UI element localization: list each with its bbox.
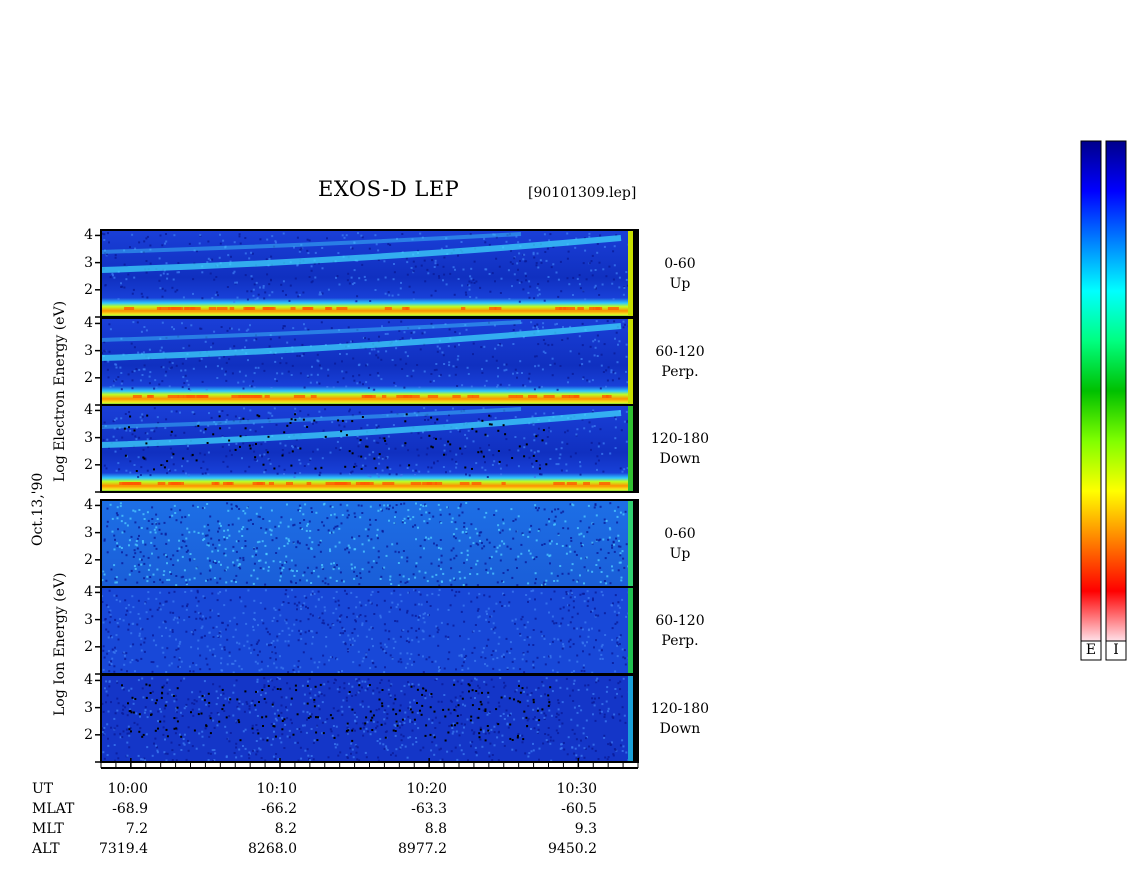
ut-1030: 10:30 xyxy=(556,781,597,797)
y-tick-label: 4 xyxy=(84,584,93,601)
panels-layer xyxy=(100,229,639,763)
pitch-label-4: 0-60 Up xyxy=(640,524,720,564)
y-tick-label: 3 xyxy=(84,699,93,716)
y-tick-label: 2 xyxy=(84,456,93,473)
pitch-label-5: 60-120 Perp. xyxy=(640,611,720,651)
alt-1010: 8268.0 xyxy=(248,841,297,857)
mlat-1030: -60.5 xyxy=(561,801,597,817)
row-label-alt: ALT xyxy=(32,841,60,857)
y-tick-label: 4 xyxy=(84,402,93,419)
panel-4 xyxy=(100,499,639,588)
panel-3 xyxy=(100,404,639,493)
y-tick-label: 2 xyxy=(84,726,93,743)
y-tick-label: 3 xyxy=(84,429,93,446)
panel-6-background xyxy=(101,675,638,762)
y-tick-label: 3 xyxy=(84,524,93,541)
mlt-1030: 9.3 xyxy=(574,821,597,837)
colorbar-layer xyxy=(1080,140,1127,661)
row-label-ut: UT xyxy=(32,781,54,797)
pitch-range: 0-60 xyxy=(664,256,696,272)
y-tick-label: 3 xyxy=(84,342,93,359)
colorbar-label-e: E xyxy=(1085,642,1097,658)
colorbar-electron xyxy=(1080,140,1102,642)
panel-5-edge-strip xyxy=(628,587,633,674)
mlat-1020: -63.3 xyxy=(411,801,447,817)
alt-1020: 8977.2 xyxy=(398,841,447,857)
mlt-1010: 8.2 xyxy=(274,821,297,837)
alt-1000: 7319.4 xyxy=(99,841,148,857)
ut-1020: 10:20 xyxy=(406,781,447,797)
pitch-range: 120-180 xyxy=(650,701,710,717)
colorbar-ion xyxy=(1105,140,1127,642)
pitch-label-6: 120-180 Down xyxy=(640,699,720,739)
pitch-range: 0-60 xyxy=(664,526,696,542)
y-tick-label: 4 xyxy=(84,497,93,514)
ut-1010: 10:10 xyxy=(256,781,297,797)
electron-y-label: Log Electron Energy (eV) xyxy=(52,300,68,482)
pitch-direction: Perp. xyxy=(661,364,699,380)
pitch-direction: Perp. xyxy=(661,633,699,649)
pitch-direction: Down xyxy=(659,721,701,737)
colorbar-label-i: I xyxy=(1113,642,1119,658)
y-tick-label: 2 xyxy=(84,638,93,655)
panel-4-edge-strip xyxy=(628,500,633,587)
panel-6-edge-strip xyxy=(628,675,633,762)
pitch-label-1: 0-60 Up xyxy=(640,254,720,294)
mlat-1010: -66.2 xyxy=(261,801,297,817)
date-label: Oct.13,'90 xyxy=(30,472,46,546)
y-tick-label: 2 xyxy=(84,551,93,568)
spectrogram-plot xyxy=(95,140,1127,769)
y-tick-label: 3 xyxy=(84,254,93,271)
y-tick-label: 4 xyxy=(84,227,93,244)
mlt-1020: 8.8 xyxy=(424,821,447,837)
panel-5 xyxy=(100,586,639,675)
panel-2-edge-strip xyxy=(628,318,633,405)
pitch-direction: Up xyxy=(669,276,691,292)
row-label-mlt: MLT xyxy=(32,821,64,837)
y-tick-label: 4 xyxy=(84,672,93,689)
pitch-direction: Up xyxy=(669,546,691,562)
alt-1030: 9450.2 xyxy=(548,841,597,857)
pitch-direction: Down xyxy=(659,451,701,467)
y-tick-label: 4 xyxy=(84,315,93,332)
y-tick-label: 3 xyxy=(84,611,93,628)
y-tick-label: 2 xyxy=(84,369,93,386)
panel-3-edge-strip xyxy=(628,405,633,492)
spectrogram-page: EXOS-D LEP [90101309.lep] 0-60 Up 60-120 Pe… xyxy=(0,0,1130,875)
panel-1-edge-strip xyxy=(628,230,633,317)
ion-y-label: Log Ion Energy (eV) xyxy=(52,572,68,716)
ut-1000: 10:00 xyxy=(107,781,148,797)
mlat-1000: -68.9 xyxy=(112,801,148,817)
panel-6 xyxy=(100,674,639,763)
pitch-range: 60-120 xyxy=(655,344,705,360)
pitch-label-2: 60-120 Perp. xyxy=(640,342,720,382)
pitch-range: 120-180 xyxy=(650,431,710,447)
pitch-range: 60-120 xyxy=(655,613,705,629)
panel-1 xyxy=(100,229,639,318)
pitch-label-3: 120-180 Down xyxy=(640,429,720,469)
y-tick-label: 2 xyxy=(84,281,93,298)
mlt-1000: 7.2 xyxy=(125,821,148,837)
panel-2 xyxy=(100,317,639,406)
